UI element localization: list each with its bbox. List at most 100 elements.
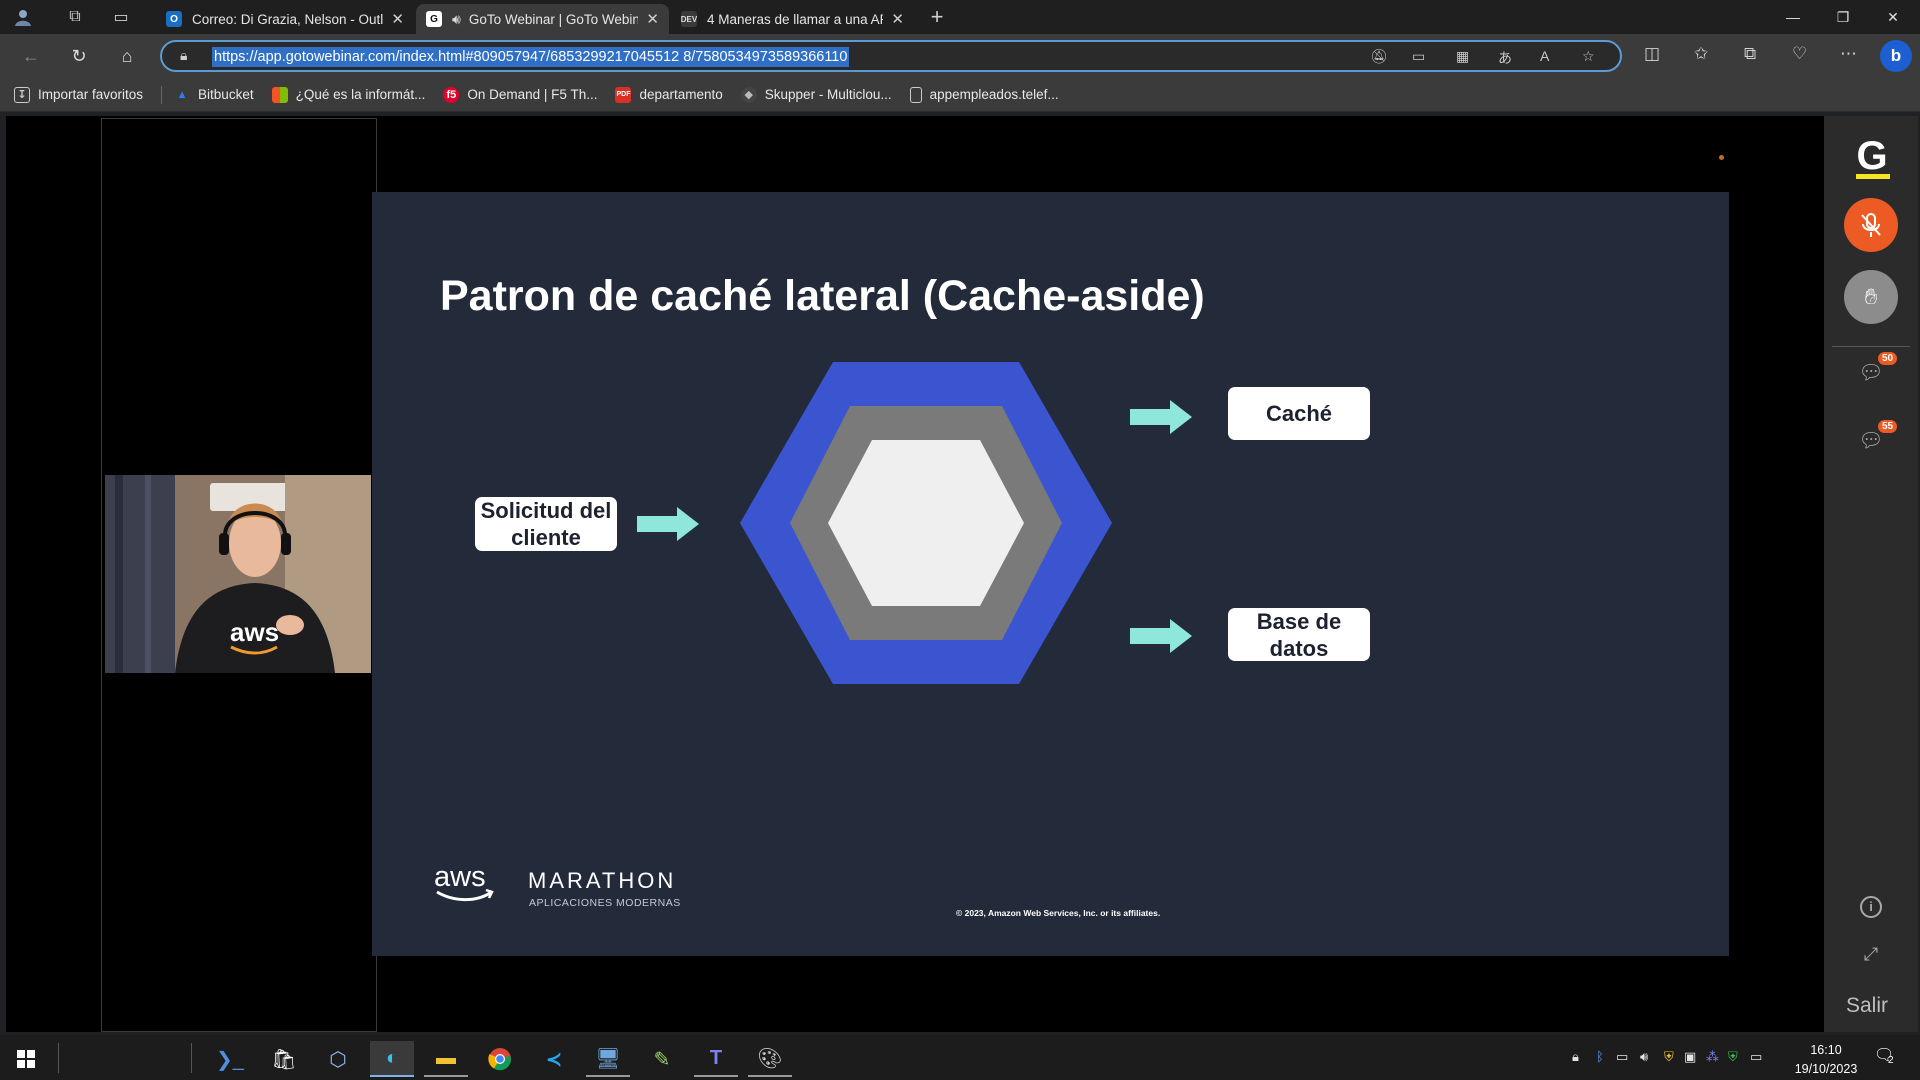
bluetooth-icon[interactable]: ᛒ [1596, 1049, 1604, 1064]
microsoft-icon [271, 86, 288, 103]
teams-icon[interactable]: T [694, 1041, 738, 1077]
arrow-right-icon [1130, 400, 1192, 434]
security-icon[interactable]: ⛨ [1664, 1049, 1674, 1065]
back-button[interactable]: ← [16, 42, 46, 70]
close-icon[interactable]: ✕ [891, 10, 904, 28]
slide-title: Patron de caché lateral (Cache-aside) [440, 272, 1205, 320]
f5-icon: f5 [443, 86, 460, 103]
more-menu-icon[interactable]: ⋯ [1840, 44, 1857, 64]
bookmark-informatica[interactable]: ¿Qué es la informát... [271, 86, 425, 103]
raise-hand-button[interactable]: ✋︎ [1844, 270, 1898, 324]
home-button[interactable]: ⌂ [112, 42, 142, 70]
svg-text:aws: aws [230, 617, 279, 647]
defender-icon[interactable]: ⛨ [1728, 1049, 1738, 1065]
workspaces-icon[interactable]: ⧉ [58, 0, 92, 34]
goto-logo: G [1852, 136, 1892, 180]
presentation-slide: Patron de caché lateral (Cache-aside) So… [372, 192, 1729, 956]
tab-dev[interactable]: DEV 4 Maneras de llamar a una API R ✕ [671, 4, 914, 34]
translate-icon[interactable]: あ [1498, 48, 1512, 68]
address-bar-row: ← ↻ ⌂ 🔒︎ https://app.gotowebinar.com/ind… [0, 34, 1920, 78]
fullscreen-button[interactable]: ⤢ [1856, 944, 1886, 974]
app-available-icon[interactable]: ▭ [1412, 48, 1425, 65]
display-icon[interactable]: ▣ [1684, 1049, 1696, 1065]
fullscreen-icon: ⤢ [1863, 944, 1879, 964]
read-aloud-icon[interactable]: A [1540, 48, 1549, 64]
refresh-button[interactable]: ↻ [64, 42, 94, 70]
bookmark-appempleados[interactable]: appempleados.telef... [909, 86, 1059, 103]
extensions-grid-icon[interactable]: ▦ [1456, 48, 1469, 65]
split-screen-icon[interactable]: ◫ [1644, 44, 1660, 64]
lock-icon[interactable]: 🔒︎ [180, 47, 187, 64]
volume-icon[interactable]: 🔊︎ [1640, 1049, 1648, 1065]
chat-button[interactable]: 💬︎ 55 [1856, 420, 1898, 458]
minimize-button[interactable]: — [1768, 0, 1818, 34]
teams-tray-icon[interactable]: ⁂ [1706, 1049, 1719, 1065]
file-explorer-icon[interactable]: ▬ [424, 1041, 468, 1077]
cache-box: Caché [1228, 387, 1370, 440]
powershell-icon[interactable]: ❯_ [208, 1041, 252, 1077]
close-icon[interactable]: ✕ [391, 10, 404, 28]
bookmark-skupper[interactable]: ◆ Skupper - Multiclou... [740, 86, 892, 103]
microphone-button[interactable] [1844, 198, 1898, 252]
bookmark-f5[interactable]: f5 On Demand | F5 Th... [443, 86, 597, 103]
bookmarks-bar: ↧ Importar favoritos ▲ Bitbucket ¿Qué es l… [0, 78, 1920, 112]
database-box: Base de datos [1228, 608, 1370, 661]
address-bar[interactable]: 🔒︎ https://app.gotowebinar.com/index.htm… [160, 40, 1622, 72]
chrome-icon[interactable] [478, 1041, 522, 1077]
questions-button[interactable]: 💬︎ 50 [1856, 352, 1898, 390]
goto-icon: G [426, 11, 442, 27]
vpn-lock-icon[interactable]: 🔒︎ [1572, 1049, 1579, 1065]
tab-outlook[interactable]: O Correo: Di Grazia, Nelson - Outlo ✕ [156, 4, 414, 34]
event-subtitle: APLICACIONES MODERNAS [529, 897, 681, 909]
tab-title: 4 Maneras de llamar a una API R [707, 11, 883, 27]
start-button[interactable] [4, 1041, 48, 1077]
bookmark-label: Skupper - Multiclou... [764, 87, 892, 102]
remote-desktop-icon[interactable]: 🖥︎ [586, 1041, 630, 1077]
tab-gotowebinar[interactable]: G 🔊︎ GoTo Webinar | GoTo Webin ✕ [416, 4, 669, 34]
divider [1832, 346, 1910, 347]
notepad-icon[interactable]: ✎ [640, 1041, 684, 1077]
url-text[interactable]: https://app.gotowebinar.com/index.html#8… [212, 47, 850, 67]
windows-icon [17, 1050, 35, 1068]
presenter-webcam: aws [105, 475, 371, 673]
exit-button[interactable]: Salir [1846, 994, 1888, 1018]
status-dot [1719, 155, 1724, 160]
bookmark-bitbucket[interactable]: ▲ Bitbucket [174, 87, 254, 103]
edge-icon[interactable]: ◐ [370, 1041, 414, 1077]
search-box[interactable] [58, 1043, 192, 1073]
collections-icon[interactable]: ⧉ [1744, 44, 1756, 64]
goto-sidebar: G ✋︎ 💬︎ 50 💬︎ 55 i ⤢ Salir [1824, 116, 1918, 1032]
favorite-star-icon[interactable]: ☆ [1582, 48, 1595, 65]
vscode-icon[interactable]: ≺ [532, 1041, 576, 1077]
speaker-icon[interactable]: 🔊︎ [452, 11, 461, 28]
system-clock[interactable]: 16:10 19/10/2023 [1786, 1041, 1866, 1079]
favorites-icon[interactable]: ✩ [1694, 44, 1708, 64]
restore-button[interactable]: ❐ [1818, 0, 1868, 34]
virtualbox-icon[interactable]: ⬡ [316, 1041, 360, 1077]
battery-icon[interactable]: ▭ [1750, 1049, 1762, 1065]
webcam-panel: aws [101, 118, 377, 1032]
bookmark-import[interactable]: ↧ Importar favoritos [14, 86, 143, 103]
info-button[interactable]: i [1856, 894, 1886, 924]
paint-icon[interactable]: 🎨︎ [748, 1041, 792, 1077]
tab-title: Correo: Di Grazia, Nelson - Outlo [192, 11, 384, 27]
network-icon[interactable]: ▭ [1616, 1049, 1628, 1065]
profile-avatar-icon[interactable] [6, 0, 40, 34]
webinar-stage: aws Patron de caché lateral (Cache-aside… [6, 116, 1824, 1032]
tab-actions-icon[interactable]: ▭ [104, 0, 138, 34]
pdf-icon: PDF [615, 86, 632, 103]
bookmark-departamento[interactable]: PDF departamento [615, 86, 723, 103]
hand-icon: ✋︎ [1864, 284, 1878, 309]
notifications-blocked-icon[interactable]: 🔕︎ [1370, 48, 1388, 65]
arrow-right-icon [637, 507, 699, 541]
new-tab-button[interactable]: + [920, 0, 954, 34]
notification-count: 2 [1888, 1055, 1894, 1066]
info-icon: i [1860, 896, 1882, 918]
notifications-button[interactable]: 🗨︎ 2 [1874, 1045, 1900, 1071]
chat-bubble-icon: 💬︎ [1858, 430, 1884, 452]
close-window-button[interactable]: ✕ [1868, 0, 1918, 34]
store-icon[interactable]: 🛍︎ [262, 1041, 306, 1077]
browser-essentials-icon[interactable]: ♡ [1792, 44, 1807, 64]
close-icon[interactable]: ✕ [646, 10, 659, 28]
bing-copilot-icon[interactable]: b [1880, 40, 1912, 72]
